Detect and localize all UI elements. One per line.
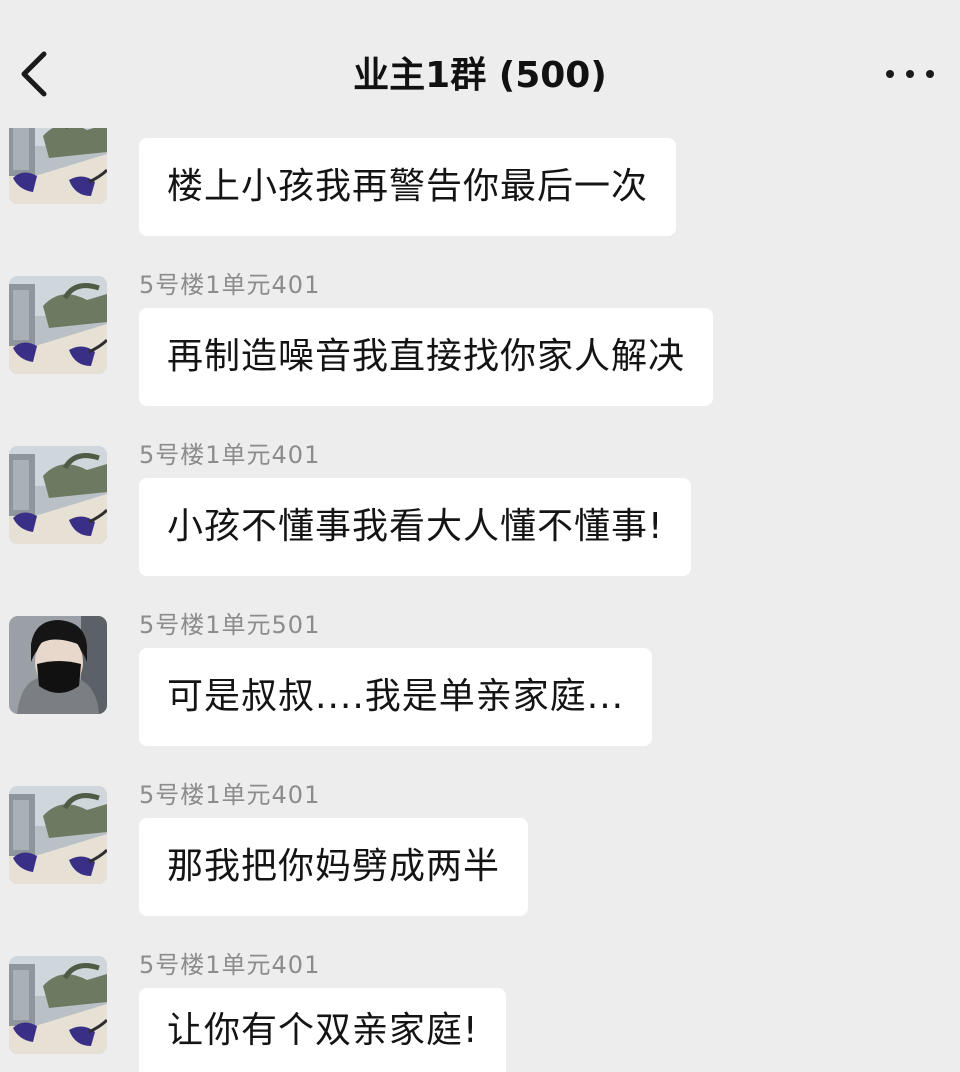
sender-name: 5号楼1单元401 [139, 781, 321, 809]
building-avatar-icon [9, 446, 107, 544]
message-bubble[interactable]: 小孩不懂事我看大人懂不懂事! [139, 478, 692, 576]
avatar[interactable] [9, 446, 107, 544]
building-avatar-icon [9, 128, 107, 204]
building-avatar-icon [9, 786, 107, 884]
message-bubble[interactable]: 那我把你妈劈成两半 [139, 818, 529, 916]
sender-name: 5号楼1单元401 [139, 951, 321, 979]
avatar[interactable] [9, 276, 107, 374]
chat-title: 业主1群 (500) [353, 55, 607, 96]
chat-header: 业主1群 (500) [0, 0, 960, 128]
message-bubble[interactable]: 再制造噪音我直接找你家人解决 [139, 308, 714, 406]
sender-name: 5号楼1单元401 [139, 441, 321, 469]
more-dots-icon [886, 70, 894, 78]
person-avatar-icon [9, 616, 107, 714]
avatar[interactable] [9, 956, 107, 1054]
avatar[interactable] [9, 616, 107, 714]
more-dots-icon [906, 70, 914, 78]
message-list[interactable]: 楼上小孩我再警告你最后一次 5号楼1单元401 再制造噪音我直接找你家人解决 5… [0, 128, 960, 1072]
sender-name: 5号楼1单元401 [139, 271, 321, 299]
message-bubble[interactable]: 让你有个双亲家庭! [139, 988, 507, 1072]
more-dots-icon [926, 70, 934, 78]
message-bubble[interactable]: 楼上小孩我再警告你最后一次 [139, 138, 677, 236]
building-avatar-icon [9, 276, 107, 374]
avatar[interactable] [9, 128, 107, 204]
avatar[interactable] [9, 786, 107, 884]
sender-name: 5号楼1单元501 [139, 611, 321, 639]
message-bubble[interactable]: 可是叔叔....我是单亲家庭... [139, 648, 653, 746]
building-avatar-icon [9, 956, 107, 1054]
more-button[interactable] [886, 62, 934, 86]
